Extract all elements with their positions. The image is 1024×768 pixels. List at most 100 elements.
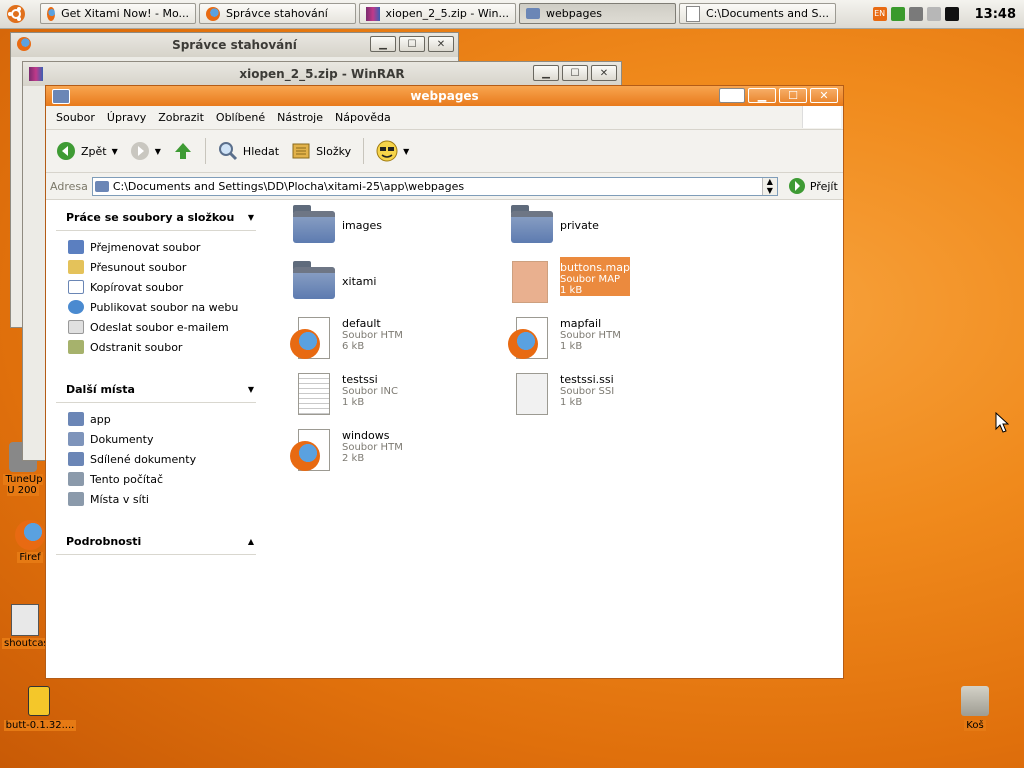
desktop-icon-firefox[interactable]: Firef bbox=[14, 520, 46, 563]
place-my-computer[interactable]: Tento počítač bbox=[68, 469, 256, 489]
forward-button[interactable]: ▼ bbox=[126, 136, 165, 166]
dropdown-arrow-icon[interactable]: ▼ bbox=[155, 147, 161, 156]
globe-icon bbox=[68, 300, 84, 314]
folders-button[interactable]: Složky bbox=[287, 136, 355, 166]
menu-file[interactable]: Soubor bbox=[50, 111, 101, 124]
task-rename[interactable]: Přejmenovat soubor bbox=[68, 237, 256, 257]
downloads-titlebar[interactable]: Správce stahování ▁ ☐ ✕ bbox=[11, 33, 458, 57]
minimize-button[interactable]: ▁ bbox=[748, 88, 776, 103]
battery-icon[interactable] bbox=[944, 7, 959, 21]
update-notifier-icon[interactable] bbox=[890, 7, 905, 21]
go-button[interactable]: Přejít bbox=[788, 177, 838, 195]
windows-throbber-icon bbox=[802, 106, 841, 128]
clock[interactable]: 13:48 bbox=[975, 7, 1016, 22]
address-input[interactable]: C:\Documents and Settings\DD\Plocha\xita… bbox=[91, 176, 778, 196]
place-documents[interactable]: Dokumenty bbox=[68, 429, 256, 449]
minimize-button[interactable]: ▁ bbox=[533, 65, 559, 81]
task-move[interactable]: Přesunout soubor bbox=[68, 257, 256, 277]
place-network[interactable]: Místa v síti bbox=[68, 489, 256, 509]
task-button-winrar[interactable]: xiopen_2_5.zip - Win... bbox=[359, 3, 516, 24]
file-item-default[interactable]: default Soubor HTM 6 kB bbox=[290, 313, 490, 361]
file-item-mapfail[interactable]: mapfail Soubor HTM 1 kB bbox=[508, 313, 708, 361]
task-button-downloads[interactable]: Správce stahování bbox=[199, 3, 356, 24]
menu-tools[interactable]: Nástroje bbox=[271, 111, 329, 124]
volume-icon[interactable] bbox=[926, 7, 941, 21]
dropdown-arrow-icon[interactable]: ▼ bbox=[403, 147, 409, 156]
task-pane: Práce se soubory a složkou ▼ Přejmenovat… bbox=[56, 207, 256, 577]
map-file-icon bbox=[508, 257, 554, 305]
search-button[interactable]: Hledat bbox=[214, 136, 283, 166]
move-icon bbox=[68, 260, 84, 274]
close-button[interactable]: ✕ bbox=[428, 36, 454, 52]
winrar-icon bbox=[29, 67, 43, 81]
menu-favorites[interactable]: Oblíbené bbox=[210, 111, 271, 124]
close-button[interactable]: ✕ bbox=[810, 88, 838, 103]
back-button[interactable]: Zpět ▼ bbox=[52, 136, 122, 166]
blank-document-icon bbox=[508, 369, 554, 417]
winrar-icon bbox=[366, 6, 380, 21]
explorer-window[interactable]: webpages ▁ ☐ ✕ Soubor Úpravy Zobrazit Ob… bbox=[45, 85, 844, 679]
menu-bar: Soubor Úpravy Zobrazit Oblíbené Nástroje… bbox=[46, 106, 843, 130]
minimize-button[interactable]: ▁ bbox=[370, 36, 396, 52]
delete-icon bbox=[68, 340, 84, 354]
collapse-arrow-icon[interactable]: ▼ bbox=[248, 385, 254, 394]
file-item-windows[interactable]: windows Soubor HTM 2 kB bbox=[290, 425, 490, 473]
maximize-button[interactable]: ☐ bbox=[399, 36, 425, 52]
address-dropdown-button[interactable]: ▲ ▼ bbox=[761, 177, 777, 195]
task-copy[interactable]: Kopírovat soubor bbox=[68, 277, 256, 297]
file-item-testssi[interactable]: testssi Soubor INC 1 kB bbox=[290, 369, 490, 417]
task-button-documents[interactable]: C:\Documents and S... bbox=[679, 3, 836, 24]
firefox-document-icon bbox=[290, 313, 336, 361]
desktop-icon-trash[interactable]: Koš bbox=[952, 686, 998, 731]
file-item-buttons-map[interactable]: buttons.map Soubor MAP 1 kB bbox=[508, 257, 708, 305]
menu-view[interactable]: Zobrazit bbox=[152, 111, 210, 124]
place-app[interactable]: app bbox=[68, 409, 256, 429]
file-tasks-header[interactable]: Práce se soubory a složkou ▼ bbox=[56, 207, 256, 231]
details-header[interactable]: Podrobnosti ▲ bbox=[56, 531, 256, 555]
collapse-arrow-icon[interactable]: ▼ bbox=[248, 213, 254, 222]
close-button[interactable]: ✕ bbox=[591, 65, 617, 81]
other-places-header[interactable]: Další místa ▼ bbox=[56, 379, 256, 403]
text-document-icon bbox=[290, 369, 336, 417]
system-tray: EN 13:48 bbox=[872, 0, 1024, 28]
file-item-testssi-ssi[interactable]: testssi.ssi Soubor SSI 1 kB bbox=[508, 369, 708, 417]
network-places-icon bbox=[68, 492, 84, 506]
maximize-button[interactable]: ☐ bbox=[779, 88, 807, 103]
views-button[interactable]: ▼ bbox=[372, 136, 413, 166]
email-icon bbox=[68, 320, 84, 334]
back-label: Zpět bbox=[81, 144, 107, 158]
top-panel: Get Xitami Now! - Mo... Správce stahován… bbox=[0, 0, 1024, 29]
keyboard-layout-icon[interactable]: EN bbox=[872, 7, 887, 21]
task-button-webpages[interactable]: webpages bbox=[519, 3, 676, 24]
expand-arrow-icon[interactable]: ▲ bbox=[248, 537, 254, 546]
folder-icon bbox=[94, 180, 109, 192]
task-label: Správce stahování bbox=[226, 7, 328, 20]
task-email[interactable]: Odeslat soubor e-mailem bbox=[68, 317, 256, 337]
firefox-icon bbox=[206, 6, 220, 21]
file-item-private[interactable]: private bbox=[508, 201, 708, 249]
search-icon bbox=[218, 142, 237, 161]
restore-shape-button[interactable] bbox=[719, 88, 745, 103]
desktop-icon-butt[interactable]: butt-0.1.32.... bbox=[2, 686, 78, 731]
file-item-xitami[interactable]: xitami bbox=[290, 257, 490, 305]
menu-help[interactable]: Nápověda bbox=[329, 111, 397, 124]
task-publish[interactable]: Publikovat soubor na webu bbox=[68, 297, 256, 317]
file-item-images[interactable]: images bbox=[290, 201, 490, 249]
task-delete[interactable]: Odstranit soubor bbox=[68, 337, 256, 357]
maximize-button[interactable]: ☐ bbox=[562, 65, 588, 81]
task-label: C:\Documents and S... bbox=[706, 7, 829, 20]
up-button[interactable] bbox=[169, 136, 197, 166]
firefox-document-icon bbox=[508, 313, 554, 361]
place-shared-documents[interactable]: Sdílené dokumenty bbox=[68, 449, 256, 469]
explorer-titlebar[interactable]: webpages ▁ ☐ ✕ bbox=[46, 86, 843, 106]
folder-icon bbox=[52, 89, 70, 104]
dropdown-arrow-icon[interactable]: ▼ bbox=[112, 147, 118, 156]
selected-file-label: buttons.map Soubor MAP 1 kB bbox=[560, 257, 630, 296]
winrar-titlebar[interactable]: xiopen_2_5.zip - WinRAR ▁ ☐ ✕ bbox=[23, 62, 621, 86]
task-button-firefox[interactable]: Get Xitami Now! - Mo... bbox=[40, 3, 196, 24]
desktop-icon-shoutcast[interactable]: shoutcas bbox=[2, 604, 51, 649]
toolbar: Zpět ▼ ▼ Hledat Složky ▼ bbox=[46, 130, 843, 173]
ubuntu-logo-icon[interactable] bbox=[6, 4, 26, 24]
menu-edit[interactable]: Úpravy bbox=[101, 111, 152, 124]
network-icon[interactable] bbox=[908, 7, 923, 21]
